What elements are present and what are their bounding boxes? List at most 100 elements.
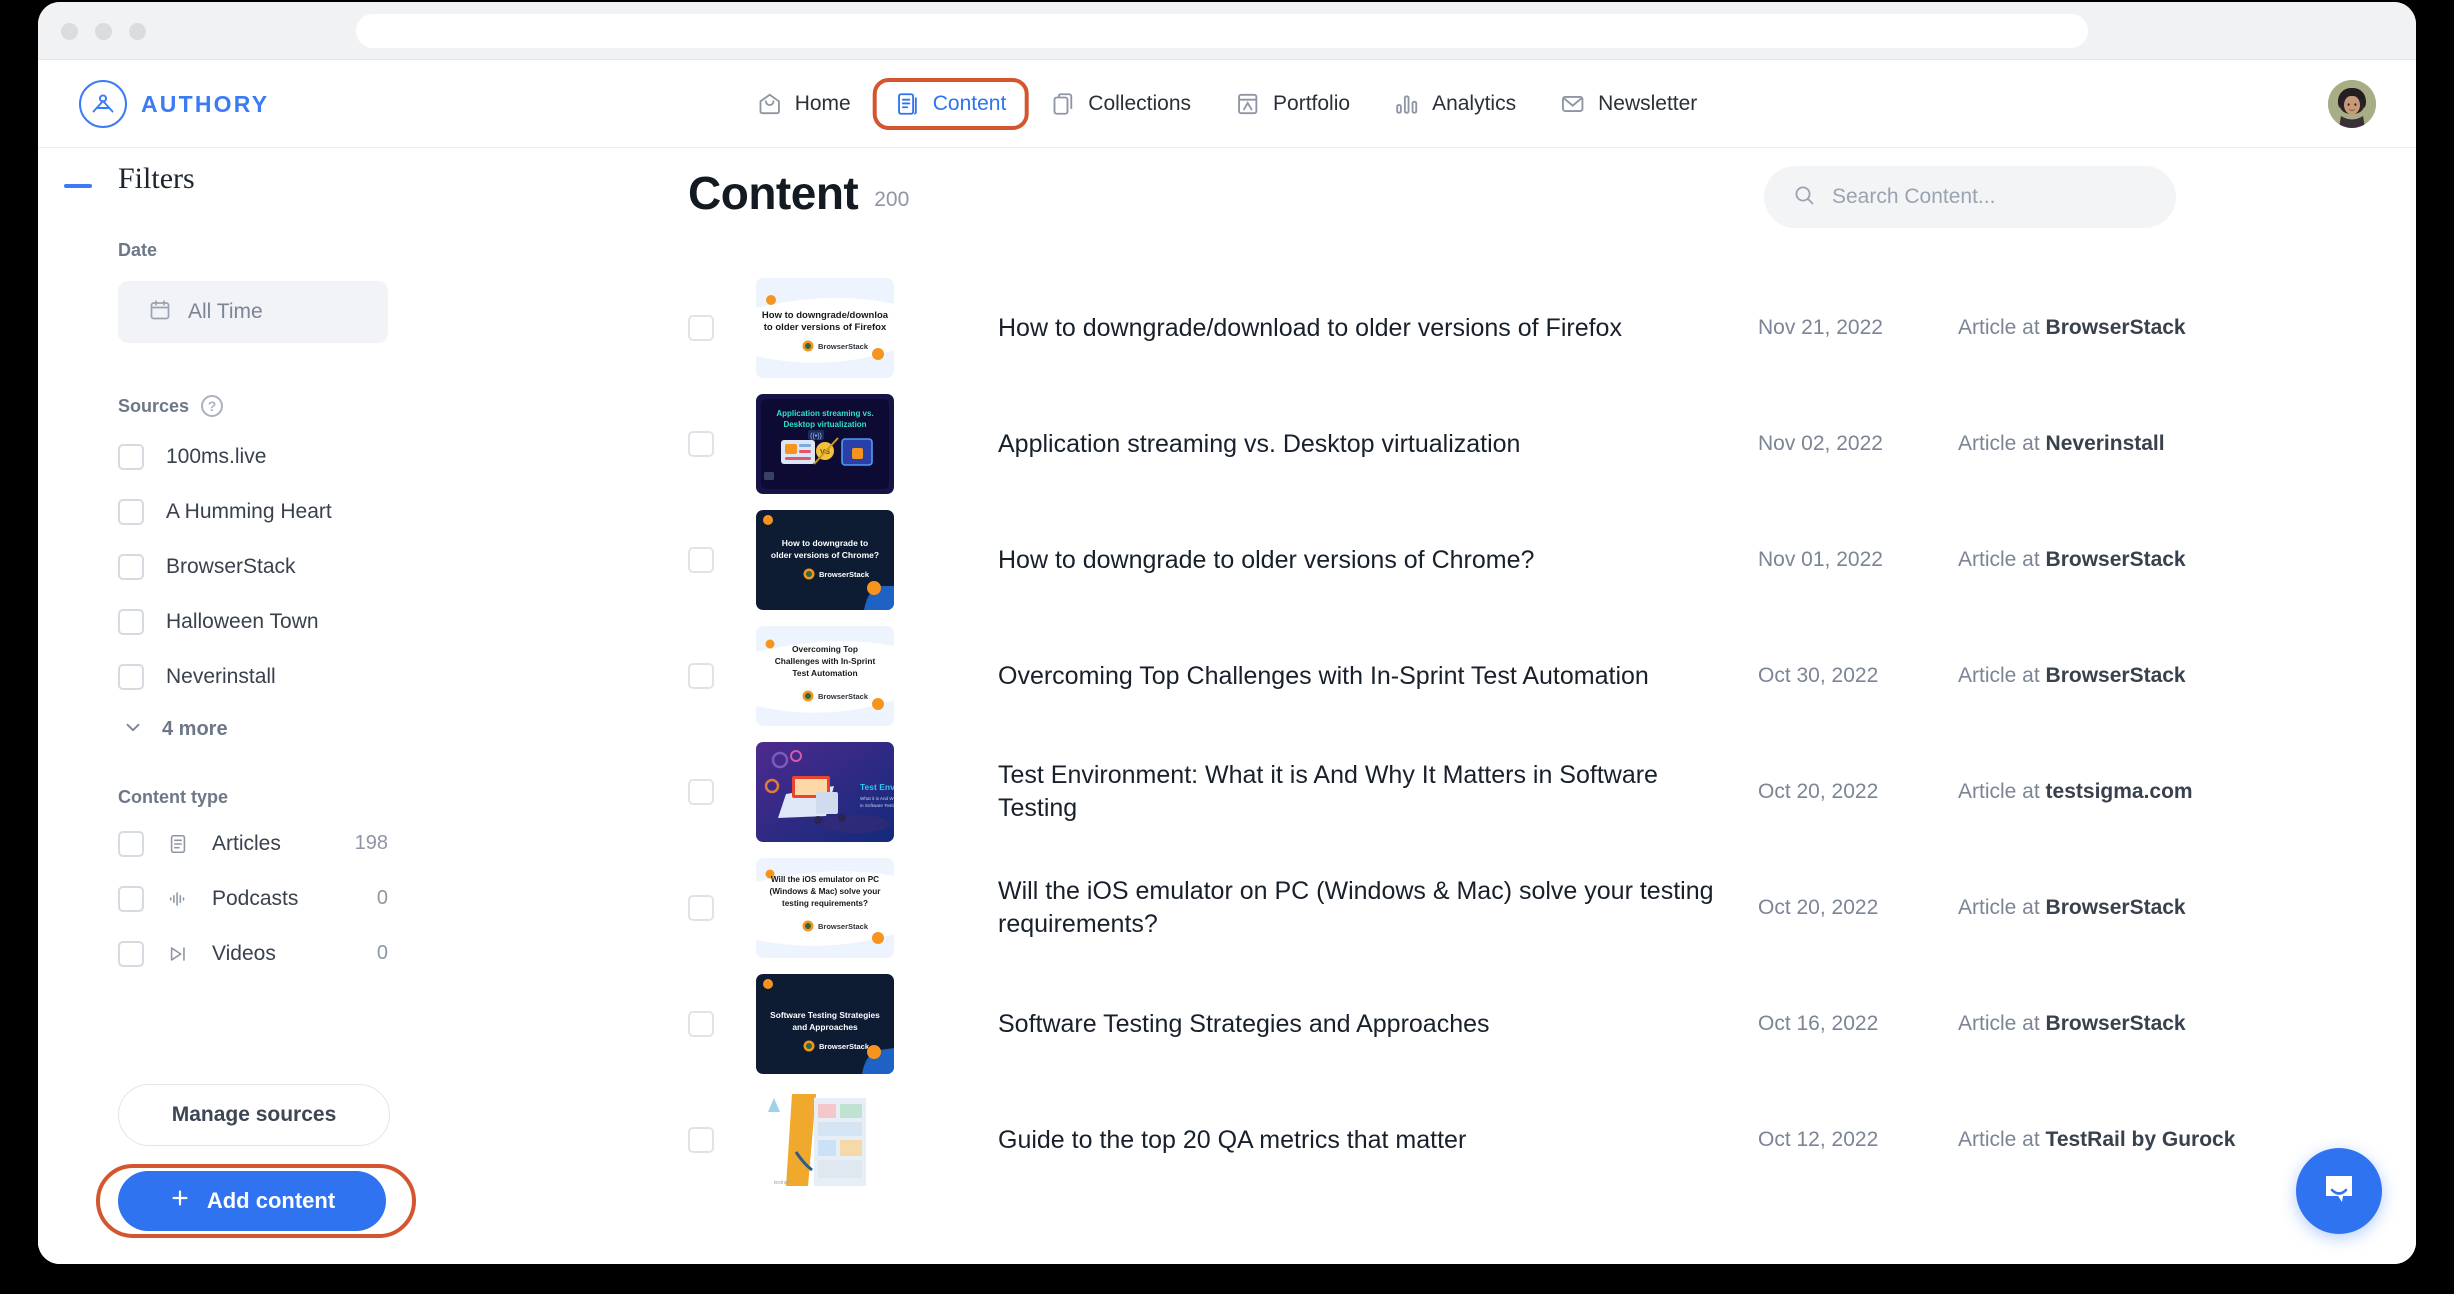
nav-item-collections[interactable]: Collections xyxy=(1028,78,1213,130)
content-title[interactable]: Will the iOS emulator on PC (Windows & M… xyxy=(998,875,1758,941)
checkbox-icon[interactable] xyxy=(118,663,144,690)
nav-item-content[interactable]: Content xyxy=(872,78,1029,130)
nav-item-home[interactable]: Home xyxy=(735,78,873,130)
source-prefix: Article at xyxy=(1958,896,2040,919)
content-thumbnail[interactable]: Application streaming vs. Desktop virtua… xyxy=(756,394,894,494)
content-row[interactable]: testrail Guide to the top 20 QA metrics … xyxy=(688,1082,2296,1198)
content-title[interactable]: How to downgrade to older versions of Ch… xyxy=(998,544,1758,577)
source-checkbox-row[interactable]: A Humming Heart xyxy=(118,484,478,539)
svg-text:Test Environm: Test Environm xyxy=(860,782,894,792)
browser-titlebar xyxy=(38,2,2416,60)
browser-url-bar[interactable] xyxy=(356,14,2088,48)
content-title[interactable]: Application streaming vs. Desktop virtua… xyxy=(998,428,1758,461)
add-content-button[interactable]: Add content xyxy=(118,1171,386,1231)
content-row[interactable]: Test Environm What it is And Why It Matt… xyxy=(688,734,2296,850)
content-title[interactable]: How to downgrade/download to older versi… xyxy=(998,312,1758,345)
content-type-row-articles[interactable]: Articles 198 xyxy=(118,816,478,871)
row-checkbox[interactable] xyxy=(688,1011,714,1037)
svg-text:Will the iOS emulator on PC: Will the iOS emulator on PC xyxy=(771,875,879,884)
row-checkbox[interactable] xyxy=(688,1127,714,1153)
checkbox-icon[interactable] xyxy=(118,608,144,635)
date-filter-select[interactable]: All Time xyxy=(118,281,388,343)
source-checkbox-row[interactable]: BrowserStack xyxy=(118,539,478,594)
content-thumbnail[interactable]: Overcoming Top Challenges with In-Sprint… xyxy=(756,626,894,726)
content-title[interactable]: Software Testing Strategies and Approach… xyxy=(998,1008,1758,1041)
nav-item-portfolio[interactable]: Portfolio xyxy=(1213,78,1372,130)
show-more-sources-button[interactable]: 4 more xyxy=(122,716,478,743)
chat-bubble-icon xyxy=(2317,1167,2361,1216)
content-thumbnail[interactable]: How to downgrade/downloa to older versio… xyxy=(756,278,894,378)
content-type-label: Content type xyxy=(118,787,228,807)
source-prefix: Article at xyxy=(1958,1012,2040,1035)
content-title[interactable]: Test Environment: What it is And Why It … xyxy=(998,759,1758,825)
content-row[interactable]: How to downgrade/downloa to older versio… xyxy=(688,270,2296,386)
content-title[interactable]: Guide to the top 20 QA metrics that matt… xyxy=(998,1124,1758,1157)
source-checkbox-row[interactable]: Neverinstall xyxy=(118,649,478,704)
filters-scroll-area[interactable]: Date All Time Sources ? 100ms.live A Hum… xyxy=(38,240,478,1180)
calendar-icon xyxy=(148,298,172,327)
nav-item-newsletter[interactable]: Newsletter xyxy=(1538,78,1719,130)
content-thumbnail[interactable]: testrail xyxy=(756,1090,894,1190)
content-row[interactable]: Overcoming Top Challenges with In-Sprint… xyxy=(688,618,2296,734)
question-mark-icon[interactable]: ? xyxy=(201,395,224,417)
checkbox-icon[interactable] xyxy=(118,830,144,857)
video-icon xyxy=(166,943,190,965)
content-source: Article at BrowserStack xyxy=(1958,896,2288,920)
content-date: Oct 30, 2022 xyxy=(1758,664,1879,687)
row-checkbox[interactable] xyxy=(688,663,714,689)
content-row[interactable]: How to downgrade to older versions of Ch… xyxy=(688,502,2296,618)
window-minimize-button[interactable] xyxy=(95,23,112,40)
chevron-down-icon xyxy=(122,716,144,743)
content-type-row-podcasts[interactable]: Podcasts 0 xyxy=(118,871,478,926)
sidebar-collapse-handle[interactable] xyxy=(64,184,92,188)
search-input[interactable] xyxy=(1832,185,2132,209)
row-checkbox[interactable] xyxy=(688,895,714,921)
content-date: Nov 21, 2022 xyxy=(1758,316,1883,339)
content-source: Article at BrowserStack xyxy=(1958,316,2288,340)
checkbox-icon[interactable] xyxy=(118,553,144,580)
window-maximize-button[interactable] xyxy=(129,23,146,40)
content-row[interactable]: Will the iOS emulator on PC (Windows & M… xyxy=(688,850,2296,966)
manage-sources-button[interactable]: Manage sources xyxy=(118,1084,390,1146)
content-icon xyxy=(895,91,921,117)
svg-text:BrowserStack: BrowserStack xyxy=(818,922,869,931)
window-close-button[interactable] xyxy=(61,23,78,40)
svg-text:(Windows & Mac) solve your: (Windows & Mac) solve your xyxy=(770,887,882,896)
content-title[interactable]: Overcoming Top Challenges with In-Sprint… xyxy=(998,660,1758,693)
row-checkbox[interactable] xyxy=(688,315,714,341)
content-main: Content 200 Search Content... How to dow… xyxy=(478,148,2416,1264)
row-checkbox[interactable] xyxy=(688,431,714,457)
avatar[interactable] xyxy=(2328,80,2376,128)
content-type-row-videos[interactable]: Videos 0 xyxy=(118,926,478,981)
content-source: Article at TestRail by Gurock xyxy=(1958,1128,2288,1152)
intercom-chat-button[interactable] xyxy=(2296,1148,2382,1234)
content-thumbnail[interactable]: Test Environm What it is And Why It Matt… xyxy=(756,742,894,842)
content-thumbnail[interactable]: Will the iOS emulator on PC (Windows & M… xyxy=(756,858,894,958)
content-date: Oct 12, 2022 xyxy=(1758,1128,1879,1151)
newsletter-icon xyxy=(1560,91,1586,117)
checkbox-icon[interactable] xyxy=(118,885,144,912)
checkbox-icon[interactable] xyxy=(118,498,144,525)
brand-logo[interactable]: AUTHORY xyxy=(79,80,269,128)
row-checkbox[interactable] xyxy=(688,779,714,805)
home-icon xyxy=(757,91,783,117)
nav-item-analytics[interactable]: Analytics xyxy=(1372,78,1538,130)
row-checkbox[interactable] xyxy=(688,547,714,573)
source-checkbox-row[interactable]: 100ms.live xyxy=(118,429,478,484)
checkbox-icon[interactable] xyxy=(118,940,144,967)
svg-text:in Software Testing: in Software Testing xyxy=(860,803,894,808)
content-thumbnail[interactable]: How to downgrade to older versions of Ch… xyxy=(756,510,894,610)
checkbox-icon[interactable] xyxy=(118,443,144,470)
content-thumbnail[interactable]: Software Testing Strategies and Approach… xyxy=(756,974,894,1074)
podcast-icon xyxy=(166,888,190,910)
content-row[interactable]: Software Testing Strategies and Approach… xyxy=(688,966,2296,1082)
source-label: A Humming Heart xyxy=(166,499,332,523)
source-name: BrowserStack xyxy=(2045,664,2186,687)
content-row[interactable]: Application streaming vs. Desktop virtua… xyxy=(688,386,2296,502)
source-checkbox-row[interactable]: Halloween Town xyxy=(118,594,478,649)
svg-text:testing requirements?: testing requirements? xyxy=(782,899,868,908)
portfolio-icon xyxy=(1235,91,1261,117)
filters-heading: Filters xyxy=(118,162,195,195)
search-content-box[interactable] xyxy=(1764,166,2176,228)
nav-label-content: Content xyxy=(932,92,1007,115)
